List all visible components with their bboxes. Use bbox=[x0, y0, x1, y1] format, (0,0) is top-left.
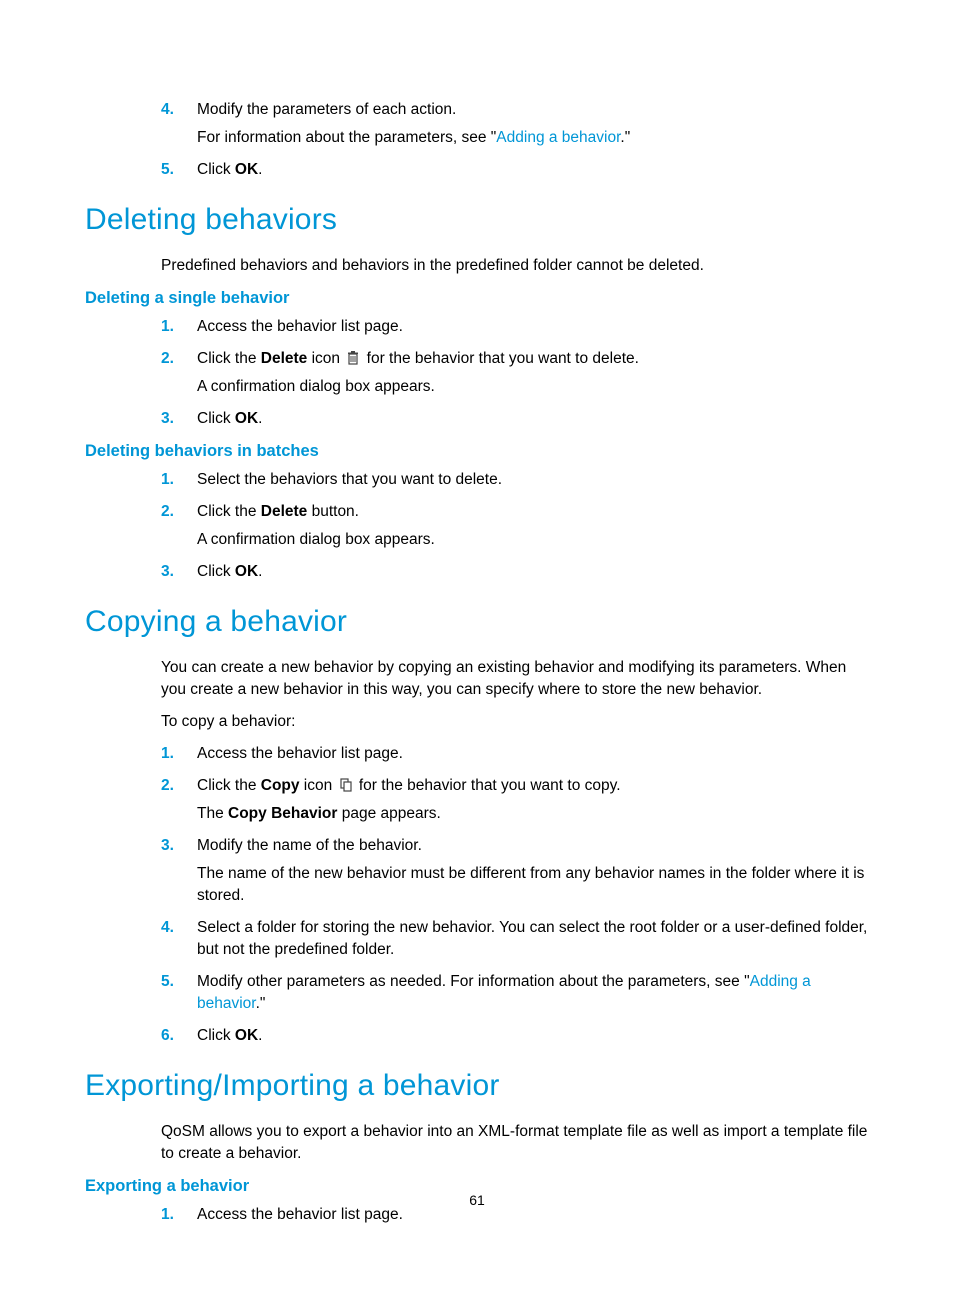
continuation-steps: 4. Modify the parameters of each action.… bbox=[161, 99, 869, 181]
step-marker: 2. bbox=[161, 501, 174, 523]
step-marker: 1. bbox=[161, 469, 174, 491]
export-intro: QoSM allows you to export a behavior int… bbox=[161, 1121, 869, 1165]
list-item: 1. Access the behavior list page. bbox=[161, 743, 869, 765]
step-text: Click OK. bbox=[197, 1025, 869, 1047]
list-item: 3. Modify the name of the behavior. The … bbox=[161, 835, 869, 907]
list-item: 6. Click OK. bbox=[161, 1025, 869, 1047]
list-item: 2. Click the Delete icon for the behavio… bbox=[161, 348, 869, 398]
copy-icon bbox=[339, 778, 353, 792]
copying-p2: To copy a behavior: bbox=[161, 711, 869, 733]
step-marker: 1. bbox=[161, 316, 174, 338]
step-sub: The name of the new behavior must be dif… bbox=[197, 863, 869, 907]
trash-icon bbox=[346, 351, 360, 365]
list-item: 2. Click the Delete button. A confirmati… bbox=[161, 501, 869, 551]
step-marker: 4. bbox=[161, 99, 174, 121]
step-text: Modify the parameters of each action. bbox=[197, 99, 869, 121]
step-text: Click the Delete button. bbox=[197, 501, 869, 523]
step-marker: 4. bbox=[161, 917, 174, 939]
step-text: Modify other parameters as needed. For i… bbox=[197, 971, 869, 1015]
step-marker: 5. bbox=[161, 159, 174, 181]
step-text: Modify the name of the behavior. bbox=[197, 835, 869, 857]
step-marker: 3. bbox=[161, 835, 174, 857]
step-text: Select a folder for storing the new beha… bbox=[197, 917, 869, 961]
deleting-single-steps: 1. Access the behavior list page. 2. Cli… bbox=[161, 316, 869, 430]
list-item: 5. Modify other parameters as needed. Fo… bbox=[161, 971, 869, 1015]
list-item: 3. Click OK. bbox=[161, 408, 869, 430]
page-content: 4. Modify the parameters of each action.… bbox=[0, 0, 954, 1296]
list-item: 1. Select the behaviors that you want to… bbox=[161, 469, 869, 491]
step-text: Click the Delete icon for the behavior t… bbox=[197, 348, 869, 370]
step-sub: For information about the parameters, se… bbox=[197, 127, 869, 149]
step-marker: 3. bbox=[161, 408, 174, 430]
copying-p1: You can create a new behavior by copying… bbox=[161, 657, 869, 701]
heading-export-import: Exporting/Importing a behavior bbox=[85, 1069, 869, 1103]
step-marker: 6. bbox=[161, 1025, 174, 1047]
step-text: Click OK. bbox=[197, 159, 869, 181]
heading-deleting-behaviors: Deleting behaviors bbox=[85, 203, 869, 237]
step-text: Click OK. bbox=[197, 561, 869, 583]
list-item: 3. Click OK. bbox=[161, 561, 869, 583]
list-item: 1. Access the behavior list page. bbox=[161, 316, 869, 338]
list-item: 4. Modify the parameters of each action.… bbox=[161, 99, 869, 149]
step-text: Click the Copy icon for the behavior tha… bbox=[197, 775, 869, 797]
heading-deleting-batch: Deleting behaviors in batches bbox=[85, 442, 869, 461]
heading-copying-behavior: Copying a behavior bbox=[85, 605, 869, 639]
step-sub: A confirmation dialog box appears. bbox=[197, 529, 869, 551]
list-item: 4. Select a folder for storing the new b… bbox=[161, 917, 869, 961]
step-marker: 5. bbox=[161, 971, 174, 993]
step-text: Click OK. bbox=[197, 408, 869, 430]
step-marker: 2. bbox=[161, 775, 174, 797]
step-marker: 3. bbox=[161, 561, 174, 583]
step-marker: 2. bbox=[161, 348, 174, 370]
page-number: 61 bbox=[0, 1192, 954, 1208]
list-item: 2. Click the Copy icon for the behavior … bbox=[161, 775, 869, 825]
step-sub: The Copy Behavior page appears. bbox=[197, 803, 869, 825]
adding-behavior-link[interactable]: Adding a behavior bbox=[496, 129, 620, 146]
step-text: Select the behaviors that you want to de… bbox=[197, 469, 869, 491]
deleting-batch-steps: 1. Select the behaviors that you want to… bbox=[161, 469, 869, 583]
deleting-intro: Predefined behaviors and behaviors in th… bbox=[161, 255, 869, 277]
heading-deleting-single: Deleting a single behavior bbox=[85, 289, 869, 308]
copying-steps: 1. Access the behavior list page. 2. Cli… bbox=[161, 743, 869, 1047]
list-item: 5. Click OK. bbox=[161, 159, 869, 181]
step-text: Access the behavior list page. bbox=[197, 743, 869, 765]
step-marker: 1. bbox=[161, 743, 174, 765]
step-text: Access the behavior list page. bbox=[197, 316, 869, 338]
step-sub: A confirmation dialog box appears. bbox=[197, 376, 869, 398]
